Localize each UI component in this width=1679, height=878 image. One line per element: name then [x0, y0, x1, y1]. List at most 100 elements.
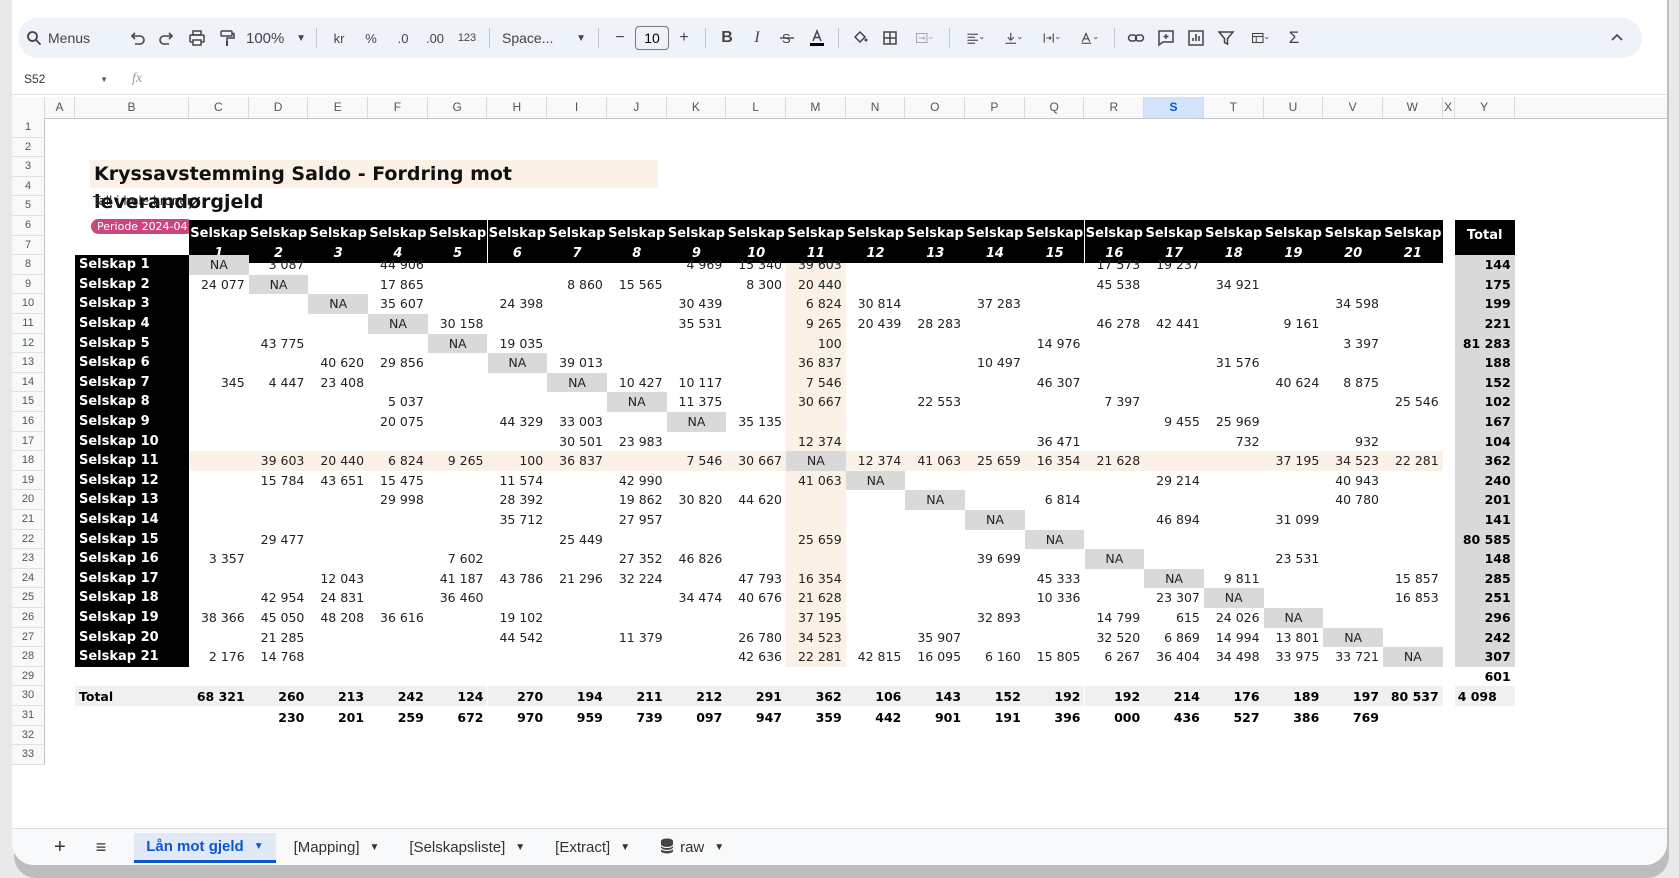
row-header[interactable]: 7	[12, 235, 45, 256]
na-cell[interactable]: NA	[1084, 549, 1145, 569]
value-cell[interactable]: 22 553	[905, 392, 965, 412]
row-total[interactable]: 167 966	[1454, 412, 1515, 449]
grand-total[interactable]: 4 098 339	[1454, 686, 1515, 706]
column-header[interactable]: H	[488, 97, 548, 118]
value-cell[interactable]: 34 523	[786, 628, 846, 648]
value-cell[interactable]: 9 265	[786, 314, 846, 334]
row-total[interactable]: 307 601	[1454, 647, 1515, 684]
column-header[interactable]: Q	[1025, 97, 1085, 118]
row-header[interactable]: 3	[12, 157, 45, 177]
value-cell[interactable]: 16 095	[905, 647, 965, 667]
column-total[interactable]: 189 386	[1263, 686, 1324, 725]
italic-button[interactable]: I	[742, 23, 772, 53]
row-total[interactable]: 188 399	[1454, 353, 1515, 390]
row-total[interactable]: 242 600	[1454, 627, 1515, 664]
value-cell[interactable]: 100	[488, 451, 548, 471]
row-header[interactable]: 11	[12, 314, 45, 334]
value-cell[interactable]: 3 397	[1323, 334, 1383, 354]
value-cell[interactable]: 44 329	[488, 412, 548, 432]
value-cell[interactable]: 21 628	[786, 588, 846, 608]
value-cell[interactable]: 17 865	[368, 275, 428, 295]
value-cell[interactable]: 35 907	[905, 628, 965, 648]
value-cell[interactable]: 23 307	[1144, 588, 1204, 608]
increase-decimal-button[interactable]: .00	[419, 23, 451, 53]
column-header[interactable]: B	[75, 97, 189, 118]
chevron-down-icon[interactable]: ▼	[714, 842, 724, 853]
value-cell[interactable]: 42 815	[846, 647, 906, 667]
row-header[interactable]: 2	[12, 137, 45, 158]
value-cell[interactable]: 36 404	[1144, 647, 1204, 667]
value-cell[interactable]: 3 087	[249, 255, 309, 275]
column-total[interactable]: 242 259	[368, 686, 428, 725]
value-cell[interactable]: 4 969	[667, 255, 727, 275]
text-rotation-icon[interactable]	[1070, 23, 1108, 53]
value-cell[interactable]: 6 824	[368, 451, 428, 471]
value-cell[interactable]: 34 598	[1323, 294, 1383, 314]
value-cell[interactable]: 24 398	[488, 294, 548, 314]
column-header[interactable]: O	[905, 97, 966, 118]
value-cell[interactable]: 43 651	[308, 471, 368, 491]
horizontal-align-icon[interactable]	[956, 23, 994, 53]
functions-button[interactable]: Σ	[1279, 23, 1309, 53]
value-cell[interactable]: 36 837	[786, 353, 846, 373]
value-cell[interactable]: 36 460	[428, 588, 488, 608]
value-cell[interactable]: 19 862	[607, 490, 667, 510]
value-cell[interactable]: 6 267	[1085, 647, 1145, 667]
value-cell[interactable]: 15 784	[249, 471, 309, 491]
value-cell[interactable]: 39 603	[786, 255, 846, 275]
column-total[interactable]: 106 442	[845, 686, 906, 725]
formula-input[interactable]	[142, 67, 1667, 91]
value-cell[interactable]: 44 620	[726, 490, 786, 510]
value-cell[interactable]: 30 820	[667, 490, 727, 510]
value-cell[interactable]: 45 050	[249, 608, 309, 628]
value-cell[interactable]: 43 775	[249, 334, 309, 354]
na-cell[interactable]: NA	[189, 255, 249, 275]
column-header[interactable]: W	[1383, 97, 1443, 118]
value-cell[interactable]: 35 607	[368, 294, 428, 314]
column-header[interactable]: G	[428, 97, 488, 118]
value-cell[interactable]: 27 352	[607, 549, 667, 569]
value-cell[interactable]: 17 573	[1085, 255, 1145, 275]
merge-cells-icon[interactable]	[905, 23, 943, 53]
value-cell[interactable]: 25 969	[1204, 412, 1264, 432]
value-cell[interactable]: 32 224	[607, 569, 667, 589]
value-cell[interactable]: 19 102	[488, 608, 548, 628]
value-cell[interactable]: 30 501	[547, 432, 607, 452]
column-total[interactable]: 192 000	[1084, 686, 1145, 725]
value-cell[interactable]: 42 990	[607, 471, 667, 491]
row-header[interactable]: 9	[12, 274, 45, 295]
row-total[interactable]: 141 662	[1454, 510, 1515, 547]
value-cell[interactable]: 8 300	[726, 275, 786, 295]
value-cell[interactable]: 34 474	[667, 588, 727, 608]
value-cell[interactable]: 11 379	[607, 628, 667, 648]
column-header[interactable]: M	[786, 97, 846, 118]
collapse-toolbar-icon[interactable]	[1602, 23, 1632, 53]
value-cell[interactable]: 20 440	[308, 451, 368, 471]
chevron-down-icon[interactable]: ▼	[620, 842, 630, 853]
font-select[interactable]: Space... ▼	[496, 23, 592, 53]
value-cell[interactable]: 14 976	[1025, 334, 1085, 354]
row-header[interactable]: 19	[12, 470, 45, 491]
value-cell[interactable]: 10 427	[607, 373, 667, 393]
value-cell[interactable]: 42 954	[249, 588, 309, 608]
undo-icon[interactable]	[122, 23, 152, 53]
row-header[interactable]: 16	[12, 412, 45, 432]
value-cell[interactable]: 41 063	[905, 451, 965, 471]
select-all-corner[interactable]	[12, 97, 45, 118]
value-cell[interactable]: 28 283	[905, 314, 965, 334]
sheet-grid[interactable]: Kryssavstemming Saldo - Fordring mot lev…	[45, 118, 1667, 828]
na-cell[interactable]: NA	[308, 294, 369, 314]
value-cell[interactable]: 31 099	[1264, 510, 1324, 530]
value-cell[interactable]: 29 856	[368, 353, 428, 373]
row-total[interactable]: 251 519	[1454, 588, 1515, 625]
value-cell[interactable]: 26 780	[726, 628, 786, 648]
value-cell[interactable]: 21 628	[1085, 451, 1145, 471]
value-cell[interactable]: 24 077	[189, 275, 249, 295]
value-cell[interactable]: 22 281	[1383, 451, 1443, 471]
value-cell[interactable]: 25 546	[1383, 392, 1443, 412]
row-header[interactable]: 1	[12, 118, 45, 138]
value-cell[interactable]: 25 659	[965, 451, 1025, 471]
column-header[interactable]: D	[249, 97, 309, 118]
row-header[interactable]: 8	[12, 255, 45, 275]
value-cell[interactable]: 345	[189, 373, 249, 393]
